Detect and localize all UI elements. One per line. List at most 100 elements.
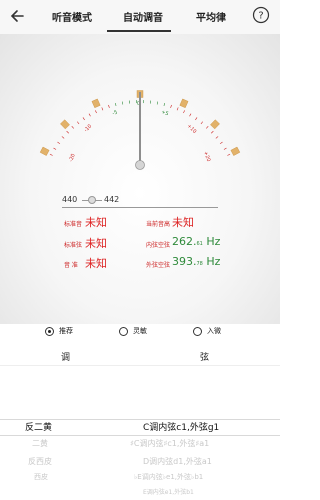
table-row[interactable]: E调内弦e1,外弦b1 (0, 487, 280, 497)
scale-tick (108, 104, 110, 108)
scale-tick (156, 101, 159, 105)
mode-option-subtle[interactable]: 入微 (193, 326, 221, 336)
scale-tick (115, 102, 117, 107)
needle-pivot (135, 160, 145, 170)
scale-tick (223, 147, 227, 150)
scale-tick (170, 104, 172, 108)
scale-label-plus-20: +20 (202, 151, 211, 163)
frequency-min-label: 440 (62, 195, 78, 204)
scale-tick (57, 141, 61, 145)
svg-text:?: ? (258, 11, 263, 22)
scale-tick (61, 136, 65, 139)
tab-equal-temperament[interactable]: 平均律 (196, 9, 226, 24)
scale-tick (215, 136, 219, 139)
table-row[interactable]: 西皮 ♭E调内弦♭e1,外弦♭b1 (0, 472, 280, 484)
scale-marker (210, 119, 220, 130)
scale-marker (39, 146, 50, 156)
radio-unchecked-icon (119, 326, 128, 336)
outer-string-label: 外弦空弦 (146, 262, 171, 269)
active-tab-underline (107, 30, 171, 32)
current-tone-value: 未知 (172, 216, 194, 229)
scale-tick (211, 130, 214, 134)
sensitivity-mode-group: 推荐 灵敏 入微 (0, 326, 280, 342)
row-strings: D调内弦d1,外弦a1 (143, 457, 212, 466)
outer-string-decimal: 78 (196, 261, 203, 267)
inner-string-value: 262. (172, 235, 197, 248)
column-header-key: 调 (61, 353, 71, 363)
mode-option-sensitive[interactable]: 灵敏 (119, 326, 147, 336)
divider (62, 207, 218, 208)
scale-tick (66, 130, 69, 134)
standard-string-value: 未知 (85, 237, 107, 250)
mode-option-label: 入微 (207, 327, 221, 335)
tuning-gauge: -20 -10 -5 0 +5 +10 +20 (39, 90, 241, 170)
mode-option-label: 推荐 (59, 327, 73, 335)
inner-string-decimal: 61 (196, 241, 203, 247)
scale-tick (53, 147, 57, 150)
scale-tick (227, 153, 231, 156)
top-bar: 听音模式 自动调音 平均律 ? (0, 0, 280, 34)
scale-marker (60, 119, 70, 130)
scale-label-minus-5: -5 (112, 110, 119, 117)
outer-string-unit: Hz (206, 255, 221, 268)
scale-tick (189, 113, 192, 117)
scale-label-plus-5: +5 (160, 109, 169, 117)
row-strings: ♯C调内弦♯c1,外弦♯a1 (130, 439, 210, 448)
row-strings: ♭E调内弦♭e1,外弦♭b1 (134, 473, 204, 481)
scale-tick (82, 117, 85, 121)
header-divider (0, 365, 280, 366)
standard-tone-value: 未知 (85, 216, 107, 229)
selection-divider-bottom (0, 435, 280, 436)
tab-auto-tune[interactable]: 自动调音 (123, 9, 163, 24)
standard-string-label: 标准弦 (64, 242, 83, 249)
scale-tick (183, 110, 185, 114)
column-header-strings: 弦 (200, 353, 210, 363)
row-key: 西皮 (34, 473, 48, 481)
reference-frequency-row: 440 442 (62, 195, 222, 209)
inner-string-label: 内弦空弦 (146, 242, 171, 249)
tuner-app: 听音模式 自动调音 平均律 ? -20 -10 -5 0 +5 +10 +20 … (0, 0, 280, 500)
scale-tick (121, 101, 124, 105)
table-row[interactable]: 反西皮 D调内弦d1,外弦a1 (0, 456, 280, 468)
scale-tick (88, 113, 91, 117)
radio-unchecked-icon (193, 326, 202, 336)
scale-tick (200, 121, 204, 125)
help-icon[interactable]: ? (252, 6, 270, 24)
scale-label-minus-10: -10 (83, 123, 93, 133)
scale-tick (176, 107, 179, 111)
scale-tick (206, 125, 209, 129)
row-key: 反二黄 (25, 423, 53, 433)
back-arrow-icon[interactable] (8, 6, 28, 26)
row-strings: E调内弦e1,外弦b1 (143, 489, 194, 496)
scale-tick (76, 121, 80, 125)
tone-label: 音 准 (64, 262, 78, 269)
mode-option-label: 灵敏 (133, 327, 147, 335)
inner-string-frequency: 262.61 Hz (172, 235, 220, 248)
tab-listen-mode[interactable]: 听音模式 (52, 9, 92, 24)
scale-tick (71, 125, 74, 129)
scale-tick (95, 110, 97, 114)
scale-tick (195, 117, 198, 121)
scale-marker (179, 98, 189, 109)
mode-option-recommended[interactable]: 推荐 (45, 326, 73, 336)
frequency-max-label: 442 (104, 195, 120, 204)
row-key: 二黄 (32, 439, 48, 448)
table-row[interactable]: 反二黄 C调内弦c1,外弦g1 (0, 420, 280, 433)
tone-value: 未知 (85, 257, 107, 270)
radio-checked-icon (45, 326, 54, 336)
row-strings: C调内弦c1,外弦g1 (143, 423, 220, 433)
scale-tick (163, 102, 165, 107)
frequency-slider-knob[interactable] (88, 196, 96, 204)
scale-marker (230, 146, 241, 156)
outer-string-value: 393. (172, 255, 197, 268)
scale-label-minus-20: -20 (68, 153, 76, 163)
row-key: 反西皮 (28, 457, 52, 466)
inner-string-unit: Hz (206, 235, 221, 248)
scale-tick (49, 153, 53, 156)
standard-tone-label: 标准音 (64, 221, 83, 228)
scale-tick (219, 141, 223, 145)
table-row[interactable]: 二黄 ♯C调内弦♯c1,外弦♯a1 (0, 438, 280, 450)
scale-tick (101, 107, 104, 111)
outer-string-frequency: 393.78 Hz (172, 255, 220, 268)
current-tone-label: 当前音高 (146, 221, 171, 228)
